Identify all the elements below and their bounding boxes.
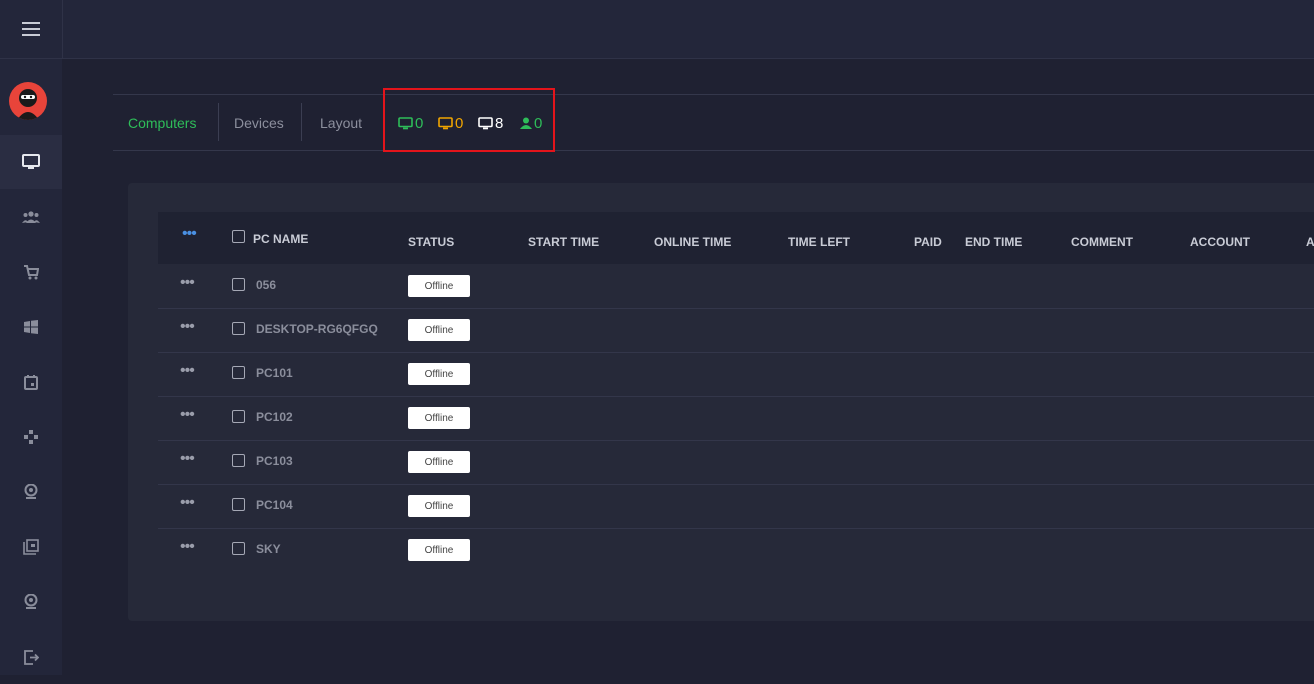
tab-layout[interactable]: Layout (320, 95, 362, 150)
app-logo[interactable] (9, 82, 47, 120)
pc-name: DESKTOP-RG6QFGQ (256, 322, 378, 336)
pc-name: PC101 (256, 366, 293, 380)
row-checkbox[interactable] (232, 278, 245, 291)
pc-name: PC102 (256, 410, 293, 424)
status-badge: Offline (408, 451, 470, 473)
sidebar-item-logout[interactable] (0, 630, 62, 684)
tab-divider (218, 103, 219, 141)
logout-icon (23, 649, 39, 665)
row-menu-dots[interactable]: ••• (180, 318, 195, 336)
header-account[interactable]: ACCOUNT (1190, 235, 1250, 249)
sidebar-item-games[interactable] (0, 410, 62, 464)
header-start-time[interactable]: START TIME (528, 235, 599, 249)
row-checkbox[interactable] (232, 366, 245, 379)
table-row[interactable]: ••• PC102 Offline (158, 396, 1314, 441)
pc-name: PC104 (256, 498, 293, 512)
status-badge: Offline (408, 363, 470, 385)
table-row[interactable]: ••• PC104 Offline (158, 484, 1314, 529)
header-end-time[interactable]: END TIME (965, 235, 1022, 249)
sidebar-item-users[interactable] (0, 190, 62, 244)
header-status[interactable]: STATUS (408, 235, 454, 249)
table-row[interactable]: ••• PC101 Offline (158, 352, 1314, 397)
table-header: ••• PC NAME STATUS START TIME ONLINE TIM… (158, 212, 1314, 264)
pc-name: 056 (256, 278, 277, 292)
status-badge: Offline (408, 275, 470, 297)
row-checkbox[interactable] (232, 410, 245, 423)
row-menu-dots[interactable]: ••• (180, 362, 195, 380)
table-row[interactable]: ••• DESKTOP-RG6QFGQ Offline (158, 308, 1314, 353)
table-row[interactable]: ••• PC103 Offline (158, 440, 1314, 485)
cart-icon (24, 264, 39, 279)
row-menu-dots[interactable]: ••• (180, 274, 195, 292)
header-dots-menu[interactable]: ••• (182, 225, 197, 243)
sidebar-item-shop[interactable] (0, 245, 62, 299)
sidebar-item-library[interactable] (0, 520, 62, 574)
windows-icon (24, 320, 38, 334)
copy-icon (23, 539, 39, 555)
ninja-logo-icon (17, 89, 39, 120)
webcam-icon (24, 594, 38, 609)
row-menu-dots[interactable]: ••• (180, 450, 195, 468)
sidebar-item-computers[interactable] (0, 135, 62, 189)
header-pc-name[interactable]: PC NAME (253, 232, 308, 246)
sidebar (0, 59, 62, 675)
top-bar (0, 0, 1314, 59)
sidebar-item-windows[interactable] (0, 300, 62, 354)
highlight-box (383, 88, 555, 152)
status-badge: Offline (408, 539, 470, 561)
tab-computers[interactable]: Computers (128, 95, 196, 150)
tabs-bar: Computers Devices Layout (113, 94, 1314, 151)
sidebar-item-calendar[interactable] (0, 355, 62, 409)
pc-name: PC103 (256, 454, 293, 468)
sidebar-item-webcam[interactable] (0, 465, 62, 519)
status-badge: Offline (408, 495, 470, 517)
table-row[interactable]: ••• 056 Offline (158, 264, 1314, 309)
header-time-left[interactable]: TIME LEFT (788, 235, 850, 249)
status-badge: Offline (408, 407, 470, 429)
tab-devices[interactable]: Devices (234, 95, 284, 150)
row-menu-dots[interactable]: ••• (180, 494, 195, 512)
row-checkbox[interactable] (232, 454, 245, 467)
hamburger-icon (22, 22, 40, 36)
header-paid[interactable]: PAID (914, 235, 942, 249)
sidebar-item-webcam-2[interactable] (0, 575, 62, 629)
calendar-icon (24, 374, 38, 390)
table-row[interactable]: ••• SKY Offline (158, 528, 1314, 572)
row-checkbox[interactable] (232, 498, 245, 511)
tab-divider (301, 103, 302, 141)
monitor-icon (22, 154, 40, 169)
select-all-checkbox[interactable] (232, 230, 245, 243)
header-online-time[interactable]: ONLINE TIME (654, 235, 731, 249)
row-checkbox[interactable] (232, 542, 245, 555)
header-comment[interactable]: COMMENT (1071, 235, 1133, 249)
webcam-icon (24, 484, 38, 499)
users-icon (22, 211, 40, 223)
row-menu-dots[interactable]: ••• (180, 538, 195, 556)
menu-button[interactable] (0, 0, 63, 58)
pc-name: SKY (256, 542, 281, 556)
row-menu-dots[interactable]: ••• (180, 406, 195, 424)
status-badge: Offline (408, 319, 470, 341)
gamepad-icon (24, 430, 38, 444)
header-extra[interactable]: A (1306, 235, 1314, 249)
row-checkbox[interactable] (232, 322, 245, 335)
